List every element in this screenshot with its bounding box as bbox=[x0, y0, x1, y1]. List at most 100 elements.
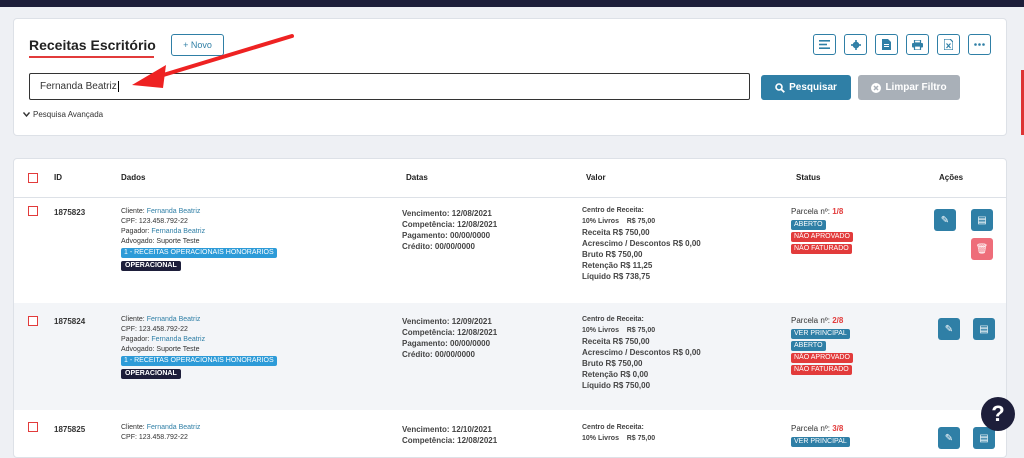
row-checkbox[interactable] bbox=[28, 206, 38, 216]
col-id: ID bbox=[54, 173, 62, 182]
select-all-checkbox[interactable] bbox=[28, 173, 38, 183]
edit-icon: ✎ bbox=[944, 323, 954, 335]
parcela-label: Parcela nº: bbox=[791, 424, 830, 433]
parcela-value: 1/8 bbox=[832, 207, 844, 216]
advanced-search-toggle[interactable]: Pesquisa Avançada bbox=[23, 110, 103, 119]
clear-filter-button[interactable]: Limpar Filtro bbox=[858, 75, 960, 100]
delete-button[interactable]: 🗑 bbox=[971, 238, 993, 260]
col-valor: Valor bbox=[586, 173, 606, 182]
status-badge[interactable]: ABERTO bbox=[791, 220, 826, 230]
chevron-down-icon bbox=[23, 112, 30, 117]
document-icon: ▤ bbox=[979, 432, 989, 444]
pagador-label: Pagador: bbox=[121, 228, 150, 235]
edit-button[interactable]: ✎ bbox=[938, 318, 960, 340]
col-dados: Dados bbox=[121, 173, 146, 182]
cliente-link[interactable]: Fernanda Beatriz bbox=[147, 424, 201, 431]
cpf-text: CPF: 123.458.792-22 bbox=[121, 326, 188, 333]
gear-icon[interactable] bbox=[844, 34, 867, 55]
edit-icon: ✎ bbox=[940, 214, 950, 226]
cliente-link[interactable]: Fernanda Beatriz bbox=[147, 208, 201, 215]
status-badge: NÃO APROVADO bbox=[791, 353, 853, 363]
parcela-label: Parcela nº: bbox=[791, 207, 830, 216]
search-icon bbox=[775, 82, 786, 93]
title-underline bbox=[29, 56, 154, 58]
pagador-link[interactable]: Fernanda Beatriz bbox=[151, 336, 205, 343]
search-button[interactable]: Pesquisar bbox=[761, 75, 851, 100]
document-button[interactable]: ▤ bbox=[971, 209, 993, 231]
excel-icon[interactable] bbox=[937, 34, 960, 55]
credito-text: Crédito: 00/00/0000 bbox=[402, 350, 475, 359]
print-icon[interactable] bbox=[906, 34, 929, 55]
pagador-label: Pagador: bbox=[121, 336, 150, 343]
cliente-link[interactable]: Fernanda Beatriz bbox=[147, 316, 201, 323]
row-datas: Vencimento: 12/08/2021 Competência: 12/0… bbox=[402, 208, 497, 252]
row-dados: Cliente: Fernanda Beatriz CPF: 123.458.7… bbox=[121, 315, 321, 379]
row-id: 1875825 bbox=[54, 425, 86, 434]
vencimento-text: Vencimento: 12/10/2021 bbox=[402, 425, 492, 434]
retencao-text: Retenção R$ 11,25 bbox=[582, 261, 653, 270]
pagador-link[interactable]: Fernanda Beatriz bbox=[151, 228, 205, 235]
centro-label: Centro de Receita: bbox=[582, 316, 644, 323]
status-badge[interactable]: ABERTO bbox=[791, 341, 826, 351]
row-datas: Vencimento: 12/09/2021 Competência: 12/0… bbox=[402, 316, 497, 360]
centro-item: 10% Livros R$ 75,00 bbox=[582, 327, 656, 334]
row-status: Parcela nº: 3/8 VER PRINCIPAL bbox=[791, 423, 850, 447]
help-icon: ? bbox=[991, 401, 1005, 426]
row-checkbox[interactable] bbox=[28, 422, 38, 432]
row-valor: Centro de Receita: 10% Livros R$ 75,00 R… bbox=[582, 314, 701, 391]
more-icon[interactable] bbox=[968, 34, 991, 55]
search-input[interactable]: Fernanda Beatriz bbox=[29, 73, 750, 100]
status-badge: NÃO FATURADO bbox=[791, 365, 852, 375]
advogado-text: Advogado: Suporte Teste bbox=[121, 346, 200, 353]
advogado-text: Advogado: Suporte Teste bbox=[121, 238, 200, 245]
col-acoes: Ações bbox=[939, 173, 964, 182]
results-table: ID Dados Datas Valor Status Ações 187582… bbox=[13, 158, 1007, 458]
search-input-value: Fernanda Beatriz bbox=[40, 81, 117, 92]
cliente-label: Cliente: bbox=[121, 424, 145, 431]
receita-text: Receita R$ 750,00 bbox=[582, 337, 650, 346]
receita-text: Receita R$ 750,00 bbox=[582, 228, 650, 237]
view-principal-badge[interactable]: VER PRINCIPAL bbox=[791, 437, 850, 447]
liquido-text: Líquido R$ 738,75 bbox=[582, 272, 651, 281]
list-icon[interactable] bbox=[813, 34, 836, 55]
vencimento-text: Vencimento: 12/08/2021 bbox=[402, 209, 492, 218]
col-datas: Datas bbox=[406, 173, 428, 182]
filter-card: Receitas Escritório + Novo Fernanda Beat… bbox=[13, 18, 1007, 136]
table-row: 1875824 Cliente: Fernanda Beatriz CPF: 1… bbox=[14, 303, 1006, 410]
table-row: 1875823 Cliente: Fernanda Beatriz CPF: 1… bbox=[14, 198, 1006, 303]
category-badge: 1 - RECEITAS OPERACIONAIS HONORARIOS bbox=[121, 356, 277, 366]
pagamento-text: Pagamento: 00/00/0000 bbox=[402, 231, 491, 240]
top-bar bbox=[0, 0, 1024, 7]
acrescimo-text: Acrescimo / Descontos R$ 0,00 bbox=[582, 239, 701, 248]
type-badge: OPERACIONAL bbox=[121, 369, 181, 379]
row-id: 1875823 bbox=[54, 208, 86, 217]
row-valor: Centro de Receita: 10% Livros R$ 75,00 R… bbox=[582, 205, 701, 282]
row-status: Parcela nº: 2/8 VER PRINCIPAL ABERTO NÃO… bbox=[791, 315, 853, 375]
advanced-search-label: Pesquisa Avançada bbox=[33, 110, 104, 119]
document-icon: ▤ bbox=[977, 214, 987, 226]
page-title: Receitas Escritório bbox=[29, 37, 156, 53]
parcela-value: 3/8 bbox=[832, 424, 844, 433]
document-icon: ▤ bbox=[979, 323, 989, 335]
row-dados: Cliente: Fernanda Beatriz CPF: 123.458.7… bbox=[121, 423, 321, 443]
row-status: Parcela nº: 1/8 ABERTO NÃO APROVADO NÃO … bbox=[791, 206, 853, 254]
vencimento-text: Vencimento: 12/09/2021 bbox=[402, 317, 492, 326]
edit-button[interactable]: ✎ bbox=[938, 427, 960, 449]
document-icon[interactable] bbox=[875, 34, 898, 55]
document-button[interactable]: ▤ bbox=[973, 318, 995, 340]
help-button[interactable]: ? bbox=[981, 397, 1015, 431]
row-checkbox[interactable] bbox=[28, 316, 38, 326]
edit-button[interactable]: ✎ bbox=[934, 209, 956, 231]
centro-label: Centro de Receita: bbox=[582, 207, 644, 214]
new-button[interactable]: + Novo bbox=[171, 34, 224, 56]
table-row: 1875825 Cliente: Fernanda Beatriz CPF: 1… bbox=[14, 410, 1006, 457]
bruto-text: Bruto R$ 750,00 bbox=[582, 359, 643, 368]
view-principal-badge[interactable]: VER PRINCIPAL bbox=[791, 329, 850, 339]
credito-text: Crédito: 00/00/0000 bbox=[402, 242, 475, 251]
type-badge: OPERACIONAL bbox=[121, 261, 181, 271]
col-status: Status bbox=[796, 173, 821, 182]
close-circle-icon bbox=[871, 82, 882, 93]
liquido-text: Líquido R$ 750,00 bbox=[582, 381, 651, 390]
clear-filter-label: Limpar Filtro bbox=[885, 82, 947, 93]
document-button[interactable]: ▤ bbox=[973, 427, 995, 449]
